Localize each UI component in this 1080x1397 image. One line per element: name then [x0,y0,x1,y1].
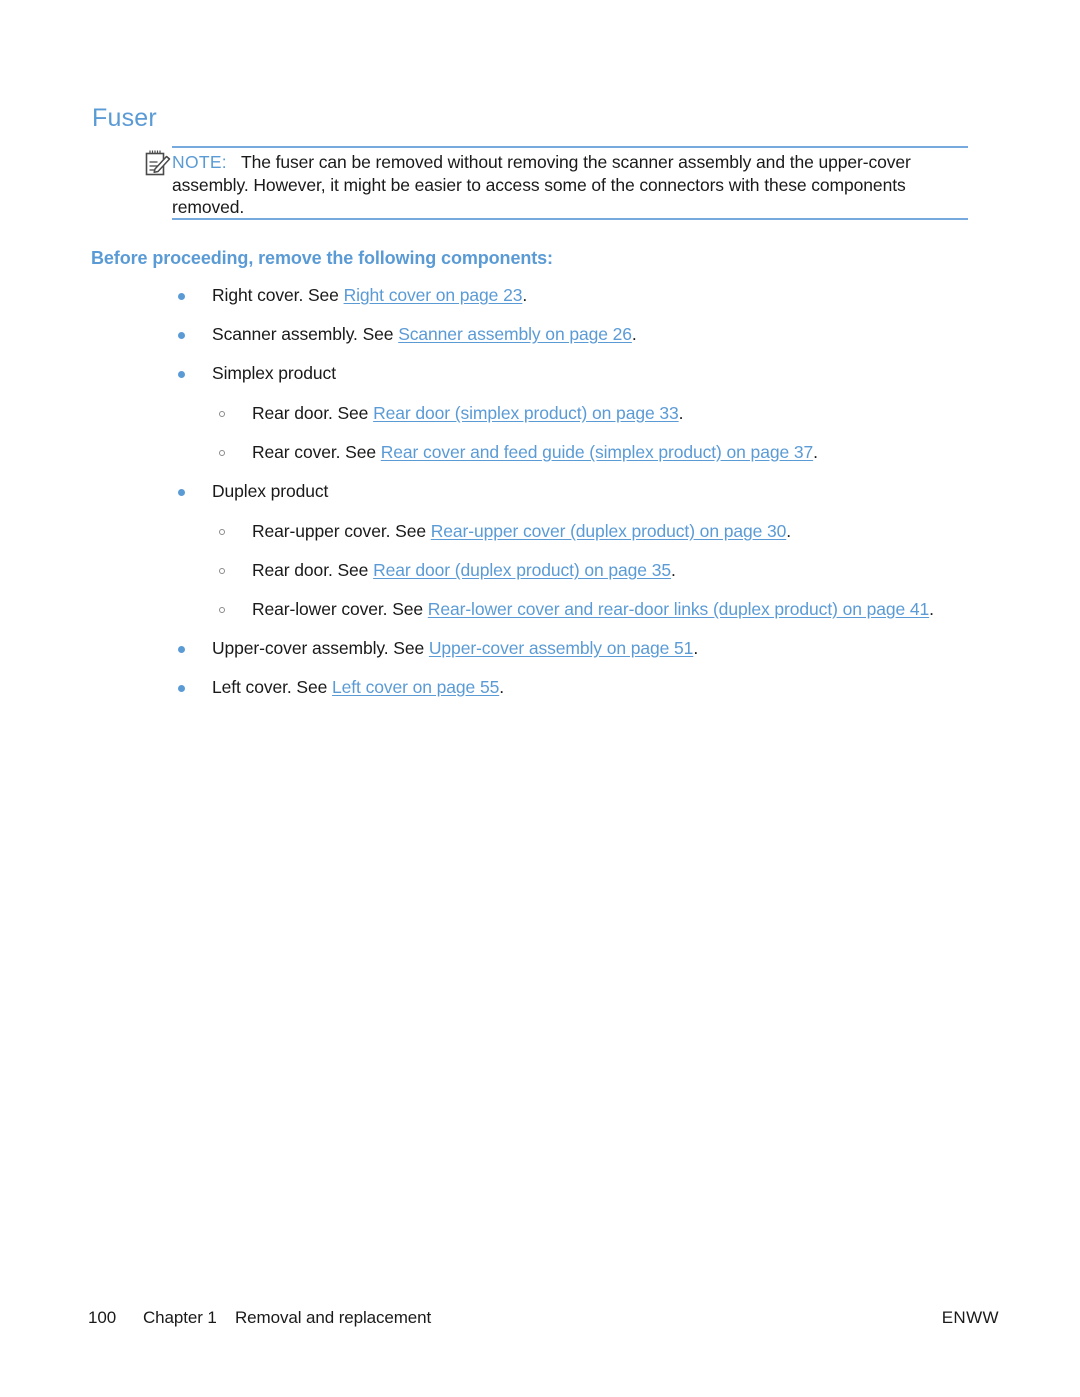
list-item-suffix: . [693,638,699,658]
bullet-hollow-icon [219,568,225,574]
list-item-text: Rear cover. See [252,442,381,462]
cross-reference-link[interactable]: Rear-lower cover and rear-door links (du… [428,599,929,619]
bullet-hollow-icon [219,529,225,535]
bullet-hollow-icon [219,607,225,613]
cross-reference-link[interactable]: Upper-cover assembly on page 51 [429,638,694,658]
list-item-text: Rear-lower cover. See [252,599,428,619]
note-top-rule [172,146,968,148]
note-label: NOTE: [172,152,227,172]
list-item-text: Upper-cover assembly. See [212,638,429,658]
cross-reference-link[interactable]: Rear door (duplex product) on page 35 [373,560,671,580]
cross-reference-link[interactable]: Rear door (simplex product) on page 33 [373,403,679,423]
bullet-filled-icon [178,646,185,653]
list-item: Right cover. See Right cover on page 23. [0,284,1080,307]
bullet-filled-icon [178,371,185,378]
footer-chapter: Chapter 1 [143,1308,217,1327]
page-footer: 100 Chapter 1 Removal and replacement EN… [0,1308,1080,1334]
bullet-filled-icon [178,293,185,300]
list-item: Rear door. See Rear door (simplex produc… [0,402,1080,425]
cross-reference-link[interactable]: Rear-upper cover (duplex product) on pag… [431,521,787,541]
list-item-text: Scanner assembly. See [212,324,399,344]
document-page: Fuser NOTE: The fuser can be removed with… [0,0,1080,1397]
cross-reference-link[interactable]: Rear cover and feed guide (simplex produ… [381,442,813,462]
note-body: NOTE: The fuser can be removed without re… [172,151,972,219]
list-item-text: Rear door. See [252,403,374,423]
list-item: Upper-cover assembly. See Upper-cover as… [0,637,1080,660]
footer-chapter-title: Removal and replacement [235,1308,432,1327]
list-item-text: Rear-upper cover. See [252,521,431,541]
list-item: Rear door. See Rear door (duplex product… [0,559,1080,582]
page-title: Fuser [92,104,157,132]
bullet-filled-icon [178,332,185,339]
list-item-suffix: . [813,442,818,462]
cross-reference-link[interactable]: Left cover on page 55 [332,677,499,697]
list-item-text: Duplex product [212,481,329,501]
list-item-text: Simplex product [212,363,336,383]
bullet-hollow-icon [219,411,225,417]
cross-reference-link[interactable]: Scanner assembly on page 26 [398,324,632,344]
footer-publication-code: ENWW [941,1308,999,1327]
list-item-suffix: . [499,677,504,697]
component-list: Right cover. See Right cover on page 23.… [0,284,1080,715]
bullet-filled-icon [178,685,185,692]
note-pencil-icon [144,149,174,179]
note-text: The fuser can be removed without removin… [172,152,911,218]
cross-reference-link[interactable]: Right cover on page 23 [344,285,523,305]
list-item-suffix: . [670,560,676,580]
list-item: Left cover. See Left cover on page 55. [0,676,1080,699]
bullet-filled-icon [178,489,185,496]
list-item: Scanner assembly. See Scanner assembly o… [0,323,1080,346]
list-item: Rear-lower cover. See Rear-lower cover a… [0,598,1080,621]
list-item-suffix: . [522,285,528,305]
list-item: Duplex product [0,480,1080,503]
lead-in-heading: Before proceeding, remove the following … [91,248,553,268]
list-item-text: Left cover. See [212,677,333,697]
list-item-suffix: . [786,521,792,541]
list-item-suffix: . [631,324,637,344]
list-item-suffix: . [678,403,684,423]
list-item: Rear cover. See Rear cover and feed guid… [0,441,1080,464]
list-item: Simplex product [0,362,1080,385]
list-item-text: Rear door. See [252,560,374,580]
bullet-hollow-icon [219,450,225,456]
list-item-suffix: . [929,599,934,619]
footer-page-number: 100 [88,1308,117,1327]
list-item: Rear-upper cover. See Rear-upper cover (… [0,520,1080,543]
list-item-text: Right cover. See [212,285,344,305]
